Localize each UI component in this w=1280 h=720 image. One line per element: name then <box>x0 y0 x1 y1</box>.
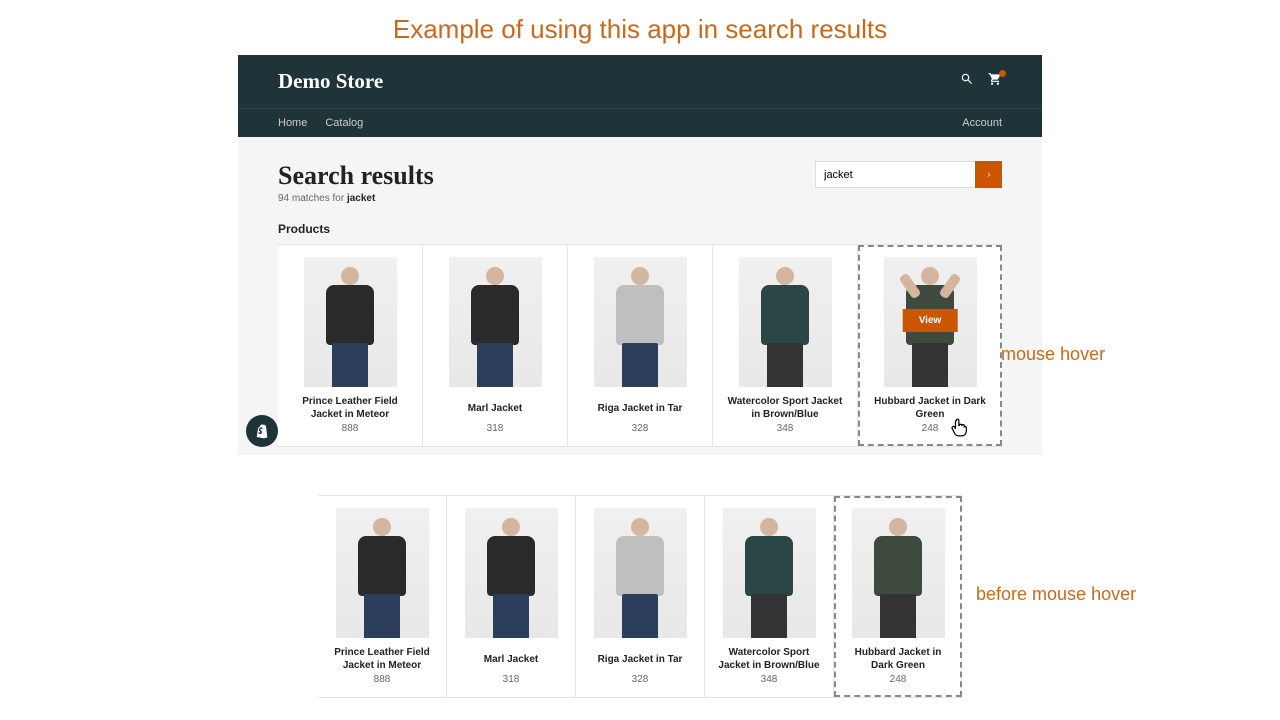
product-image <box>465 508 558 638</box>
product-name: Watercolor Sport Jacket in Brown/Blue <box>713 646 825 672</box>
chevron-right-icon <box>985 171 993 179</box>
product-card[interactable]: Prince Leather Field Jacket in Meteor 888 <box>318 496 447 697</box>
product-card[interactable]: Riga Jacket in Tar 328 <box>576 496 705 697</box>
product-name: Prince Leather Field Jacket in Meteor <box>286 395 414 421</box>
product-image <box>723 508 816 638</box>
nav-home[interactable]: Home <box>278 117 307 129</box>
store-title[interactable]: Demo Store <box>278 69 383 94</box>
search-submit-button[interactable] <box>975 161 1002 188</box>
product-image <box>852 508 945 638</box>
product-name: Marl Jacket <box>455 646 567 672</box>
product-price: 318 <box>455 674 567 685</box>
product-price: 328 <box>584 674 696 685</box>
products-label: Products <box>278 222 1002 236</box>
product-price: 318 <box>431 423 559 434</box>
product-name: Watercolor Sport Jacket in Brown/Blue <box>721 395 849 421</box>
product-price: 348 <box>721 423 849 434</box>
product-name: Hubbard Jacket in Dark Green <box>866 395 994 421</box>
product-name: Marl Jacket <box>431 395 559 421</box>
product-card[interactable]: Watercolor Sport Jacket in Brown/Blue 348 <box>705 496 834 697</box>
product-row-before: Prince Leather Field Jacket in Meteor 888… <box>318 495 962 698</box>
store-header: Demo Store <box>238 55 1042 108</box>
results-subtitle: 94 matches for jacket <box>278 193 434 204</box>
cart-icon[interactable] <box>988 72 1002 91</box>
product-image <box>594 508 687 638</box>
product-card[interactable]: Marl Jacket 318 <box>447 496 576 697</box>
nav-account[interactable]: Account <box>962 117 1002 129</box>
product-price: 248 <box>866 423 994 434</box>
product-card[interactable]: Riga Jacket in Tar 328 <box>568 245 713 446</box>
nav-catalog[interactable]: Catalog <box>325 117 363 129</box>
view-button[interactable]: View <box>903 309 958 332</box>
demo-frame-top: Demo Store Home Catalog Account Search r… <box>238 55 1042 455</box>
product-name: Riga Jacket in Tar <box>584 646 696 672</box>
product-card[interactable]: Marl Jacket 318 <box>423 245 568 446</box>
product-name: Hubbard Jacket in Dark Green <box>842 646 954 672</box>
main-nav: Home Catalog Account <box>238 108 1042 137</box>
annotation-before: before mouse hover <box>976 584 1136 605</box>
product-card[interactable]: View Hubbard Jacket in Dark Green 248 <box>858 245 1002 446</box>
shopify-badge[interactable] <box>246 415 278 447</box>
product-price: 888 <box>326 674 438 685</box>
product-name: Riga Jacket in Tar <box>576 395 704 421</box>
results-title: Search results <box>278 161 434 191</box>
content-area: Search results 94 matches for jacket Pro… <box>238 137 1042 455</box>
product-price: 888 <box>286 423 414 434</box>
product-image <box>336 508 429 638</box>
product-card[interactable]: Watercolor Sport Jacket in Brown/Blue 348 <box>713 245 858 446</box>
page-title: Example of using this app in search resu… <box>0 0 1280 55</box>
product-price: 348 <box>713 674 825 685</box>
search-icon[interactable] <box>960 72 974 91</box>
cart-count-dot <box>999 70 1006 77</box>
product-image <box>449 257 542 387</box>
product-row-hover: Prince Leather Field Jacket in Meteor 888… <box>278 244 1002 447</box>
shopify-icon <box>254 422 270 440</box>
product-image <box>594 257 687 387</box>
product-card[interactable]: Hubbard Jacket in Dark Green 248 <box>834 496 962 697</box>
product-image <box>739 257 832 387</box>
search-box <box>815 161 1002 188</box>
product-price: 328 <box>576 423 704 434</box>
product-image <box>304 257 397 387</box>
search-input[interactable] <box>815 161 975 188</box>
product-price: 248 <box>842 674 954 685</box>
cursor-hand-icon <box>948 417 968 444</box>
product-name: Prince Leather Field Jacket in Meteor <box>326 646 438 672</box>
product-card[interactable]: Prince Leather Field Jacket in Meteor 888 <box>278 245 423 446</box>
